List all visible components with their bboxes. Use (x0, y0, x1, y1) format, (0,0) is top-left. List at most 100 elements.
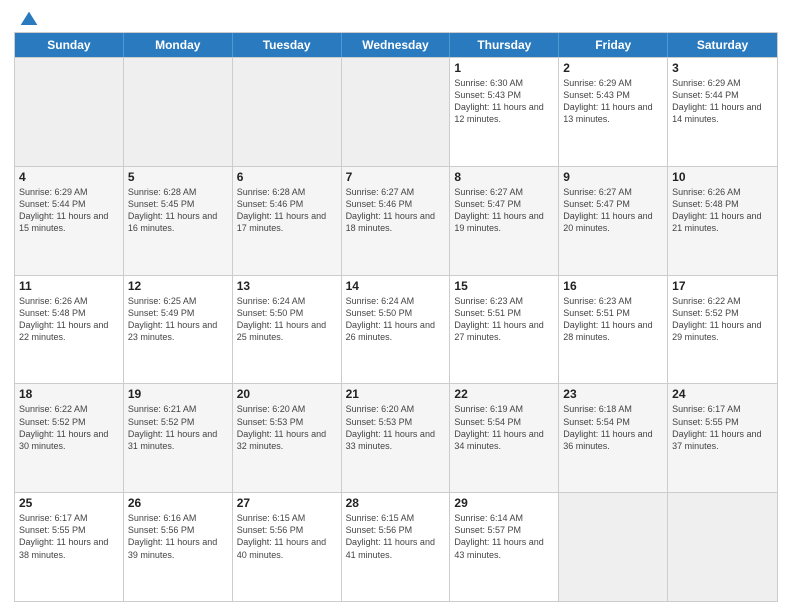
day-number: 19 (128, 387, 228, 401)
day-cell-23: 23 Sunrise: 6:18 AM Sunset: 5:54 PM Dayli… (559, 384, 668, 492)
day-info: Sunrise: 6:23 AM Sunset: 5:51 PM Dayligh… (563, 295, 663, 344)
day-cell-empty (559, 493, 668, 601)
day-info: Sunrise: 6:20 AM Sunset: 5:53 PM Dayligh… (237, 403, 337, 452)
day-cell-16: 16 Sunrise: 6:23 AM Sunset: 5:51 PM Dayli… (559, 276, 668, 384)
day-number: 10 (672, 170, 773, 184)
logo-icon (19, 10, 39, 30)
day-info: Sunrise: 6:27 AM Sunset: 5:47 PM Dayligh… (563, 186, 663, 235)
logo-text (14, 10, 39, 30)
day-info: Sunrise: 6:25 AM Sunset: 5:49 PM Dayligh… (128, 295, 228, 344)
day-number: 9 (563, 170, 663, 184)
day-cell-22: 22 Sunrise: 6:19 AM Sunset: 5:54 PM Dayli… (450, 384, 559, 492)
day-info: Sunrise: 6:24 AM Sunset: 5:50 PM Dayligh… (237, 295, 337, 344)
day-cell-empty (342, 58, 451, 166)
day-cell-8: 8 Sunrise: 6:27 AM Sunset: 5:47 PM Daylig… (450, 167, 559, 275)
day-number: 7 (346, 170, 446, 184)
calendar-row-2: 11Sunrise: 6:26 AM Sunset: 5:48 PM Dayli… (15, 275, 777, 384)
day-info: Sunrise: 6:29 AM Sunset: 5:44 PM Dayligh… (19, 186, 119, 235)
day-number: 22 (454, 387, 554, 401)
day-info: Sunrise: 6:30 AM Sunset: 5:43 PM Dayligh… (454, 77, 554, 126)
day-number: 6 (237, 170, 337, 184)
day-number: 5 (128, 170, 228, 184)
day-cell-28: 28 Sunrise: 6:15 AM Sunset: 5:56 PM Dayli… (342, 493, 451, 601)
day-info: Sunrise: 6:27 AM Sunset: 5:47 PM Dayligh… (454, 186, 554, 235)
day-cell-26: 26Sunrise: 6:16 AM Sunset: 5:56 PM Dayli… (124, 493, 233, 601)
day-cell-4: 4 Sunrise: 6:29 AM Sunset: 5:44 PM Daylig… (15, 167, 124, 275)
day-number: 16 (563, 279, 663, 293)
day-number: 17 (672, 279, 773, 293)
day-number: 25 (19, 496, 119, 510)
day-cell-14: 14 Sunrise: 6:24 AM Sunset: 5:50 PM Dayli… (342, 276, 451, 384)
day-info: Sunrise: 6:17 AM Sunset: 5:55 PM Dayligh… (19, 512, 119, 561)
day-info: Sunrise: 6:14 AM Sunset: 5:57 PM Dayligh… (454, 512, 554, 561)
day-cell-empty (124, 58, 233, 166)
day-cell-7: 7 Sunrise: 6:27 AM Sunset: 5:46 PM Daylig… (342, 167, 451, 275)
day-info: Sunrise: 6:16 AM Sunset: 5:56 PM Dayligh… (128, 512, 228, 561)
day-cell-15: 15 Sunrise: 6:23 AM Sunset: 5:51 PM Dayli… (450, 276, 559, 384)
day-cell-13: 13Sunrise: 6:24 AM Sunset: 5:50 PM Dayli… (233, 276, 342, 384)
day-info: Sunrise: 6:15 AM Sunset: 5:56 PM Dayligh… (346, 512, 446, 561)
day-info: Sunrise: 6:28 AM Sunset: 5:45 PM Dayligh… (128, 186, 228, 235)
day-cell-1: 1 Sunrise: 6:30 AM Sunset: 5:43 PM Daylig… (450, 58, 559, 166)
day-number: 11 (19, 279, 119, 293)
day-number: 23 (563, 387, 663, 401)
day-number: 15 (454, 279, 554, 293)
day-number: 29 (454, 496, 554, 510)
day-info: Sunrise: 6:17 AM Sunset: 5:55 PM Dayligh… (672, 403, 773, 452)
day-cell-18: 18 Sunrise: 6:22 AM Sunset: 5:52 PM Dayli… (15, 384, 124, 492)
day-cell-27: 27 Sunrise: 6:15 AM Sunset: 5:56 PM Dayli… (233, 493, 342, 601)
day-number: 12 (128, 279, 228, 293)
calendar-row-1: 4 Sunrise: 6:29 AM Sunset: 5:44 PM Daylig… (15, 166, 777, 275)
day-cell-2: 2 Sunrise: 6:29 AM Sunset: 5:43 PM Daylig… (559, 58, 668, 166)
day-number: 28 (346, 496, 446, 510)
day-info: Sunrise: 6:24 AM Sunset: 5:50 PM Dayligh… (346, 295, 446, 344)
header (14, 10, 778, 26)
header-day-tuesday: Tuesday (233, 33, 342, 57)
day-info: Sunrise: 6:20 AM Sunset: 5:53 PM Dayligh… (346, 403, 446, 452)
day-cell-21: 21 Sunrise: 6:20 AM Sunset: 5:53 PM Dayli… (342, 384, 451, 492)
day-cell-20: 20 Sunrise: 6:20 AM Sunset: 5:53 PM Dayli… (233, 384, 342, 492)
day-number: 21 (346, 387, 446, 401)
day-cell-11: 11Sunrise: 6:26 AM Sunset: 5:48 PM Dayli… (15, 276, 124, 384)
day-info: Sunrise: 6:29 AM Sunset: 5:43 PM Dayligh… (563, 77, 663, 126)
day-info: Sunrise: 6:18 AM Sunset: 5:54 PM Dayligh… (563, 403, 663, 452)
day-number: 14 (346, 279, 446, 293)
day-info: Sunrise: 6:26 AM Sunset: 5:48 PM Dayligh… (672, 186, 773, 235)
day-number: 8 (454, 170, 554, 184)
day-info: Sunrise: 6:23 AM Sunset: 5:51 PM Dayligh… (454, 295, 554, 344)
day-number: 4 (19, 170, 119, 184)
header-day-saturday: Saturday (668, 33, 777, 57)
day-cell-25: 25 Sunrise: 6:17 AM Sunset: 5:55 PM Dayli… (15, 493, 124, 601)
day-info: Sunrise: 6:29 AM Sunset: 5:44 PM Dayligh… (672, 77, 773, 126)
calendar-row-0: 1 Sunrise: 6:30 AM Sunset: 5:43 PM Daylig… (15, 57, 777, 166)
calendar-row-4: 25 Sunrise: 6:17 AM Sunset: 5:55 PM Dayli… (15, 492, 777, 601)
day-cell-17: 17Sunrise: 6:22 AM Sunset: 5:52 PM Dayli… (668, 276, 777, 384)
day-cell-29: 29 Sunrise: 6:14 AM Sunset: 5:57 PM Dayli… (450, 493, 559, 601)
day-info: Sunrise: 6:21 AM Sunset: 5:52 PM Dayligh… (128, 403, 228, 452)
day-cell-5: 5 Sunrise: 6:28 AM Sunset: 5:45 PM Daylig… (124, 167, 233, 275)
day-number: 27 (237, 496, 337, 510)
day-number: 24 (672, 387, 773, 401)
header-day-wednesday: Wednesday (342, 33, 451, 57)
day-number: 1 (454, 61, 554, 75)
logo (14, 10, 39, 26)
day-cell-6: 6Sunrise: 6:28 AM Sunset: 5:46 PM Daylig… (233, 167, 342, 275)
day-info: Sunrise: 6:27 AM Sunset: 5:46 PM Dayligh… (346, 186, 446, 235)
day-number: 20 (237, 387, 337, 401)
header-day-sunday: Sunday (15, 33, 124, 57)
day-cell-10: 10 Sunrise: 6:26 AM Sunset: 5:48 PM Dayli… (668, 167, 777, 275)
day-cell-3: 3Sunrise: 6:29 AM Sunset: 5:44 PM Daylig… (668, 58, 777, 166)
calendar-body: 1 Sunrise: 6:30 AM Sunset: 5:43 PM Daylig… (15, 57, 777, 601)
day-number: 18 (19, 387, 119, 401)
header-day-monday: Monday (124, 33, 233, 57)
day-info: Sunrise: 6:22 AM Sunset: 5:52 PM Dayligh… (19, 403, 119, 452)
page: SundayMondayTuesdayWednesdayThursdayFrid… (0, 0, 792, 612)
day-cell-19: 19 Sunrise: 6:21 AM Sunset: 5:52 PM Dayli… (124, 384, 233, 492)
day-number: 2 (563, 61, 663, 75)
day-cell-12: 12 Sunrise: 6:25 AM Sunset: 5:49 PM Dayli… (124, 276, 233, 384)
day-cell-9: 9 Sunrise: 6:27 AM Sunset: 5:47 PM Daylig… (559, 167, 668, 275)
day-info: Sunrise: 6:19 AM Sunset: 5:54 PM Dayligh… (454, 403, 554, 452)
day-cell-24: 24 Sunrise: 6:17 AM Sunset: 5:55 PM Dayli… (668, 384, 777, 492)
day-cell-empty (15, 58, 124, 166)
day-info: Sunrise: 6:15 AM Sunset: 5:56 PM Dayligh… (237, 512, 337, 561)
